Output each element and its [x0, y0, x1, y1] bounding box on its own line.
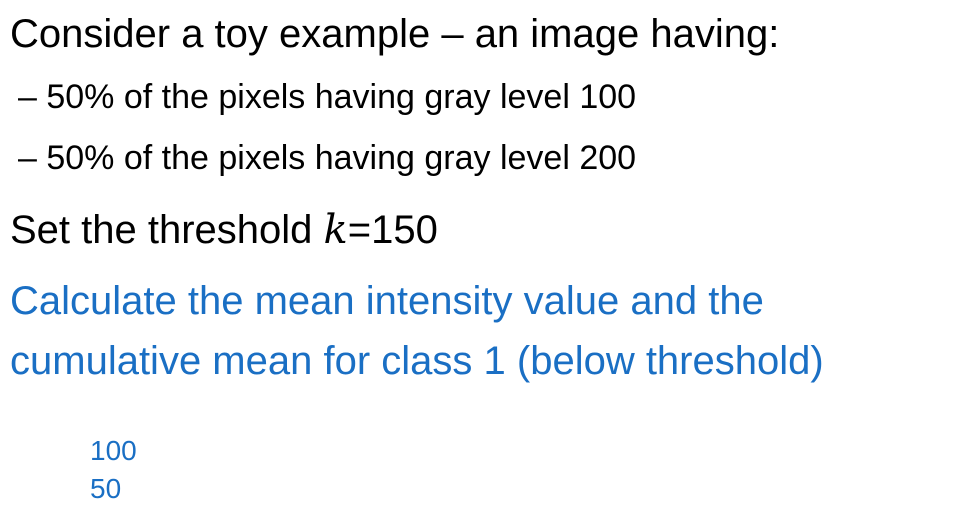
threshold-prefix: Set the threshold — [10, 208, 324, 252]
threshold-variable: k — [323, 207, 348, 253]
answer-mean-intensity: 100 — [90, 435, 137, 466]
threshold-statement: Set the threshold k=150 — [10, 210, 438, 250]
slide: Consider a toy example – an image having… — [0, 0, 959, 515]
slide-heading: Consider a toy example – an image having… — [10, 12, 780, 56]
answer-cumulative-mean: 50 — [90, 473, 122, 504]
question-line-2: cumulative mean for class 1 (below thres… — [10, 339, 824, 383]
question-line-1: Calculate the mean intensity value and t… — [10, 279, 764, 323]
threshold-value: =150 — [347, 208, 438, 252]
bullet-gray-level-100: – 50% of the pixels having gray level 10… — [18, 78, 637, 116]
bullet-gray-level-200: – 50% of the pixels having gray level 20… — [18, 139, 637, 177]
